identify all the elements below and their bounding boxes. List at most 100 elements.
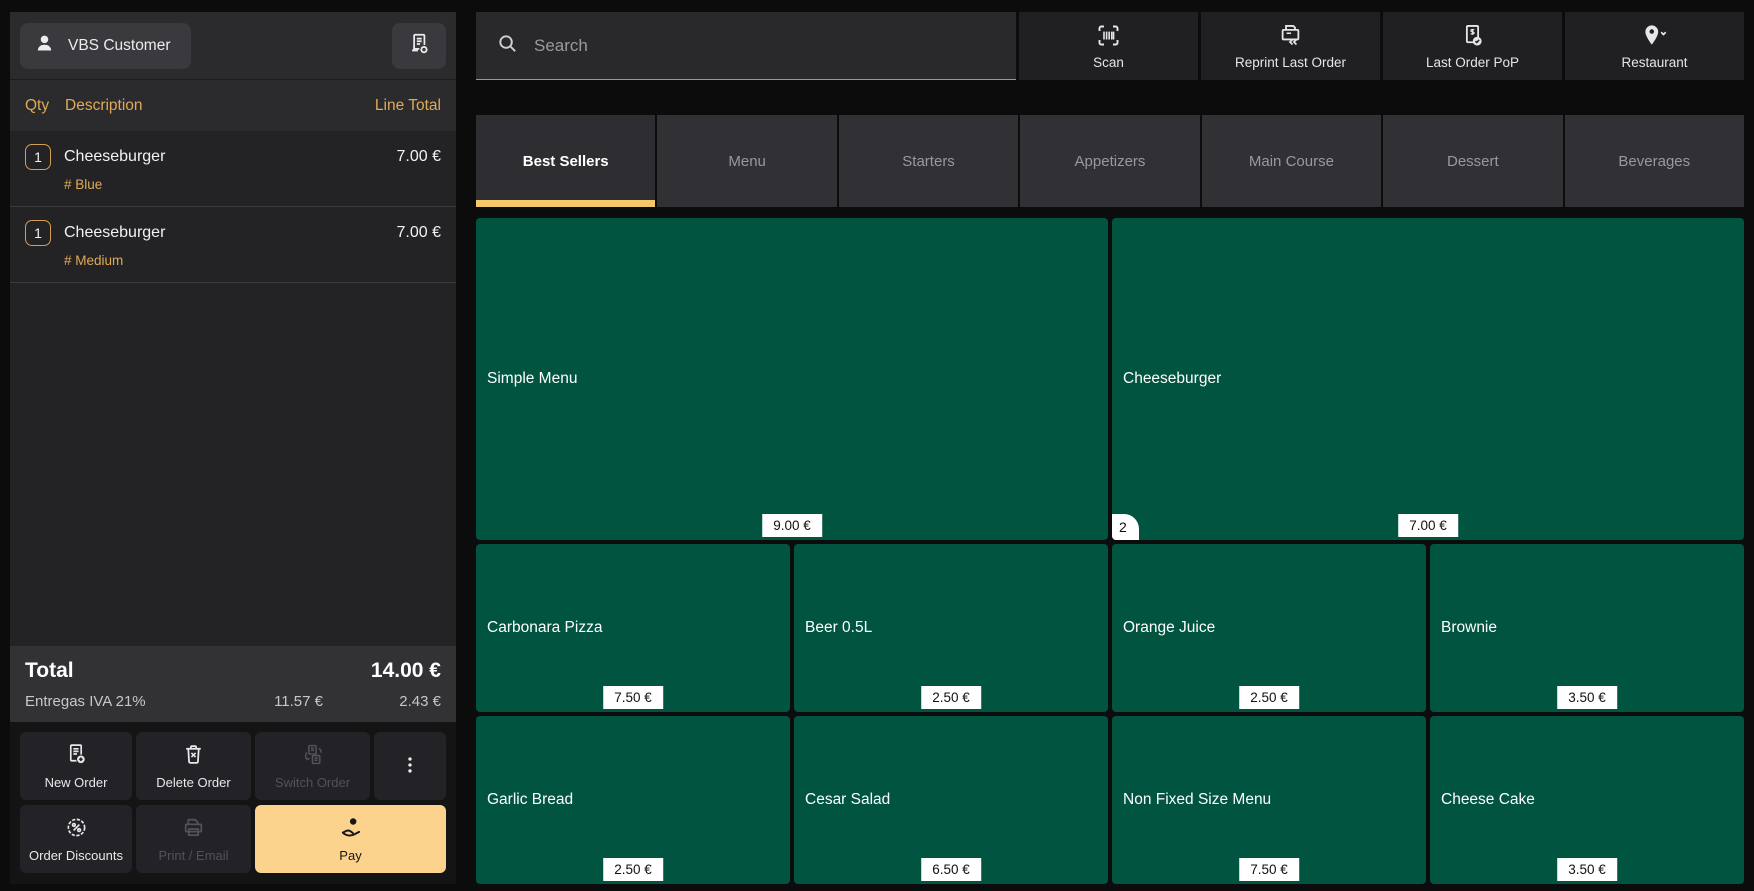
order-discounts-button[interactable]: Order Discounts (20, 805, 132, 873)
restaurant-label: Restaurant (1621, 55, 1687, 70)
tax-base: 11.57 € (173, 693, 323, 710)
customer-button[interactable]: VBS Customer (20, 23, 191, 69)
tab-beverages[interactable]: Beverages (1565, 115, 1744, 207)
search-input[interactable] (534, 36, 1008, 56)
delete-order-button[interactable]: Delete Order (136, 732, 251, 800)
column-description: Description (65, 97, 375, 115)
tax-label: Entregas IVA 21% (25, 693, 173, 710)
barcode-scan-icon (1095, 22, 1122, 52)
kebab-menu-icon (399, 754, 421, 779)
product-name: Cheese Cake (1441, 791, 1733, 809)
new-order-label: New Order (45, 775, 108, 790)
product-price-badge: 3.50 € (1557, 686, 1617, 709)
product-price-badge: 7.50 € (1239, 858, 1299, 881)
scan-label: Scan (1093, 55, 1124, 70)
more-actions-button[interactable] (374, 732, 446, 800)
reprint-icon (1277, 22, 1304, 52)
selected-tab-underline (476, 200, 655, 207)
order-line-attribute: # Medium (64, 253, 441, 268)
switch-order-button[interactable]: Switch Order (255, 732, 370, 800)
order-panel: VBS Customer Qty Description Lin (10, 12, 456, 884)
product-name: Brownie (1441, 619, 1733, 637)
order-line-price: 7.00 € (397, 224, 441, 242)
reprint-last-order-label: Reprint Last Order (1235, 55, 1346, 70)
scan-button[interactable]: Scan (1019, 12, 1198, 80)
pay-hand-coin-icon (338, 815, 364, 844)
spacer (476, 207, 1744, 218)
order-line-main: 1 Cheeseburger 7.00 € (25, 144, 441, 170)
pay-label: Pay (339, 848, 361, 863)
receipt-check-icon (1459, 22, 1486, 52)
product-name: Non Fixed Size Menu (1123, 791, 1415, 809)
tab-label: Main Course (1249, 153, 1334, 170)
pos-app: VBS Customer Qty Description Lin (0, 0, 1754, 891)
search-box (476, 12, 1016, 80)
product-price-badge: 7.00 € (1398, 514, 1458, 537)
tab-starters[interactable]: Starters (839, 115, 1018, 207)
product-tile-orange-juice[interactable]: Orange Juice 2.50 € (1112, 544, 1426, 712)
new-order-button[interactable]: New Order (20, 732, 132, 800)
product-tile-carbonara-pizza[interactable]: Carbonara Pizza 7.50 € (476, 544, 790, 712)
trash-icon (181, 742, 206, 770)
product-tile-cesar-salad[interactable]: Cesar Salad 6.50 € (794, 716, 1108, 884)
tab-label: Starters (902, 153, 955, 170)
order-settings-icon (406, 31, 432, 60)
product-price-badge: 7.50 € (603, 686, 663, 709)
category-tabs: Best Sellers Menu Starters Appetizers Ma… (476, 115, 1744, 207)
switch-order-label: Switch Order (275, 775, 350, 790)
product-name: Garlic Bread (487, 791, 779, 809)
tab-best-sellers[interactable]: Best Sellers (476, 115, 655, 207)
order-line[interactable]: 1 Cheeseburger 7.00 € # Blue (10, 131, 456, 207)
search-icon (496, 32, 519, 60)
discount-badge-icon (64, 815, 89, 843)
restaurant-selector-button[interactable]: Restaurant (1565, 12, 1744, 80)
total-label: Total (25, 659, 74, 683)
map-pin-chevron-icon (1640, 22, 1670, 52)
product-grid: Simple Menu 9.00 € Cheeseburger 7.00 € 2… (476, 218, 1744, 884)
product-price-badge: 6.50 € (921, 858, 981, 881)
spacer (476, 80, 1744, 115)
product-price-badge: 2.50 € (1239, 686, 1299, 709)
order-line-name: Cheeseburger (64, 148, 165, 166)
product-tile-cheeseburger[interactable]: Cheeseburger 7.00 € 2 (1112, 218, 1744, 540)
product-tile-brownie[interactable]: Brownie 3.50 € (1430, 544, 1744, 712)
print-email-button[interactable]: Print / Email (136, 805, 251, 873)
tab-menu[interactable]: Menu (657, 115, 836, 207)
last-order-pop-button[interactable]: Last Order PoP (1383, 12, 1562, 80)
order-discounts-label: Order Discounts (29, 848, 123, 863)
product-name: Carbonara Pizza (487, 619, 779, 637)
product-tile-cheese-cake[interactable]: Cheese Cake 3.50 € (1430, 716, 1744, 884)
product-tile-beer-0-5l[interactable]: Beer 0.5L 2.50 € (794, 544, 1108, 712)
product-name: Simple Menu (487, 370, 1097, 388)
switch-order-icon (300, 742, 325, 770)
person-icon (34, 33, 55, 59)
reprint-last-order-button[interactable]: Reprint Last Order (1201, 12, 1380, 80)
pay-button[interactable]: Pay (255, 805, 446, 873)
printer-icon (181, 815, 206, 843)
product-tile-simple-menu[interactable]: Simple Menu 9.00 € (476, 218, 1108, 540)
total-amount: 14.00 € (371, 659, 441, 683)
last-order-pop-label: Last Order PoP (1426, 55, 1519, 70)
tax-amount: 2.43 € (323, 693, 441, 710)
tab-main-course[interactable]: Main Course (1202, 115, 1381, 207)
order-columns-header: Qty Description Line Total (10, 80, 456, 131)
order-line-attribute: # Blue (64, 177, 441, 192)
product-price-badge: 9.00 € (762, 514, 822, 537)
order-line-main: 1 Cheeseburger 7.00 € (25, 220, 441, 246)
order-line-qty-badge: 1 (25, 144, 51, 170)
customer-name: VBS Customer (68, 37, 171, 55)
tab-appetizers[interactable]: Appetizers (1020, 115, 1199, 207)
orders-button[interactable] (392, 23, 446, 69)
order-line[interactable]: 1 Cheeseburger 7.00 € # Medium (10, 207, 456, 283)
total-row: Total 14.00 € (25, 659, 441, 683)
tab-label: Beverages (1618, 153, 1690, 170)
product-tile-non-fixed-size-menu[interactable]: Non Fixed Size Menu 7.50 € (1112, 716, 1426, 884)
print-email-label: Print / Email (158, 848, 228, 863)
order-line-qty-badge: 1 (25, 220, 51, 246)
order-line-price: 7.00 € (397, 148, 441, 166)
tab-dessert[interactable]: Dessert (1383, 115, 1562, 207)
new-order-icon (64, 742, 89, 770)
product-name: Cheeseburger (1123, 370, 1733, 388)
product-tile-garlic-bread[interactable]: Garlic Bread 2.50 € (476, 716, 790, 884)
order-actions: New Order Delete Order (10, 722, 456, 884)
